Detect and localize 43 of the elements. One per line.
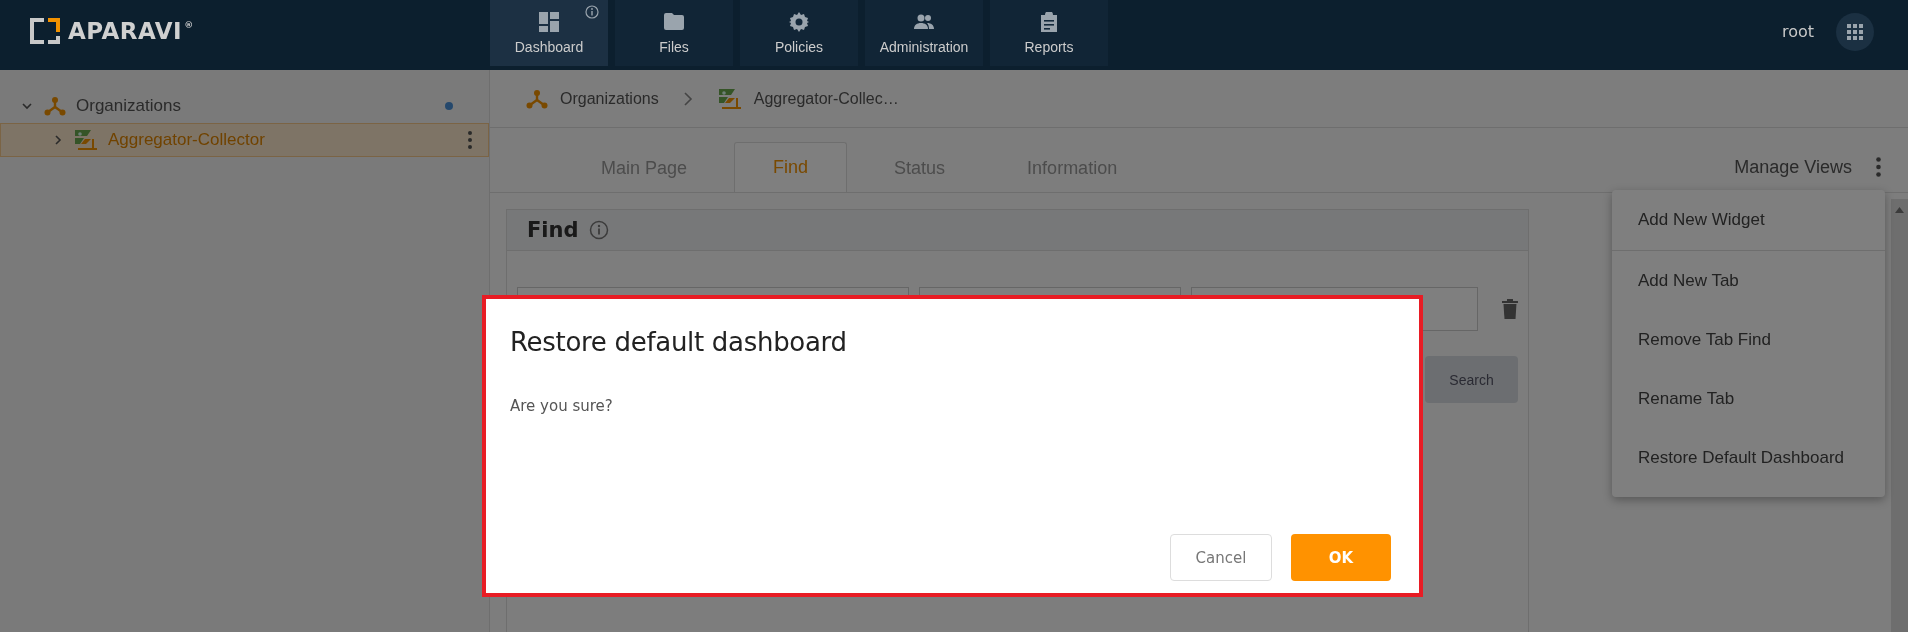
breadcrumb-link[interactable]: Aggregator-Collec… — [753, 89, 899, 108]
nav-tab[interactable]: Reports — [990, 0, 1108, 66]
tree-label: Organizations — [76, 96, 181, 116]
apps-button[interactable] — [1836, 13, 1874, 51]
scrollbar[interactable] — [1891, 199, 1908, 632]
menu-item[interactable]: Remove Tab Find — [1612, 310, 1885, 369]
search-button[interactable]: Search — [1425, 356, 1518, 403]
more-icon[interactable] — [1876, 157, 1881, 177]
manage-views-button[interactable]: Manage Views — [1734, 156, 1852, 178]
menu-item[interactable]: Rename Tab — [1612, 369, 1885, 428]
tree-label: Aggregator-Collector — [108, 130, 265, 150]
cancel-button[interactable]: Cancel — [1170, 534, 1272, 581]
scroll-up-icon[interactable] — [1895, 207, 1904, 213]
breadcrumb-link[interactable]: Organizations — [560, 89, 659, 108]
user-name[interactable]: root — [1781, 0, 1814, 64]
menu-item[interactable]: Restore Default Dashboard — [1612, 428, 1885, 487]
nav-tab[interactable]: Administration — [865, 0, 983, 66]
network-icon — [526, 88, 548, 109]
clipboard-icon — [1039, 11, 1059, 32]
dashboard-icon — [539, 11, 559, 32]
tree-item[interactable]: Organizations — [0, 89, 489, 123]
dialog-message: Are you sure? — [510, 397, 614, 415]
dialog-title: Restore default dashboard — [510, 327, 848, 357]
collector-icon — [718, 88, 742, 109]
info-icon[interactable] — [588, 220, 609, 240]
nav-tab[interactable]: Dashboard — [490, 0, 608, 66]
folder-icon — [664, 11, 684, 32]
status-dot — [445, 102, 453, 110]
collector-icon — [75, 130, 98, 150]
ok-button[interactable]: OK — [1291, 534, 1391, 581]
panel-title: Find — [527, 218, 579, 242]
gear-icon — [789, 11, 809, 32]
menu-item[interactable]: Add New Tab — [1612, 251, 1885, 310]
nav-tab[interactable]: Files — [615, 0, 733, 66]
logo-icon — [28, 16, 62, 46]
logo-text: APARAVI$^{®}$ — [68, 18, 194, 44]
chevron-right-icon — [682, 91, 693, 106]
network-icon — [44, 96, 66, 116]
grid-icon — [1847, 24, 1863, 40]
more-icon[interactable] — [468, 131, 472, 149]
nav-tab[interactable]: Policies — [740, 0, 858, 66]
menu-item[interactable]: Add New Widget — [1612, 190, 1885, 250]
trash-icon[interactable] — [1502, 299, 1518, 319]
